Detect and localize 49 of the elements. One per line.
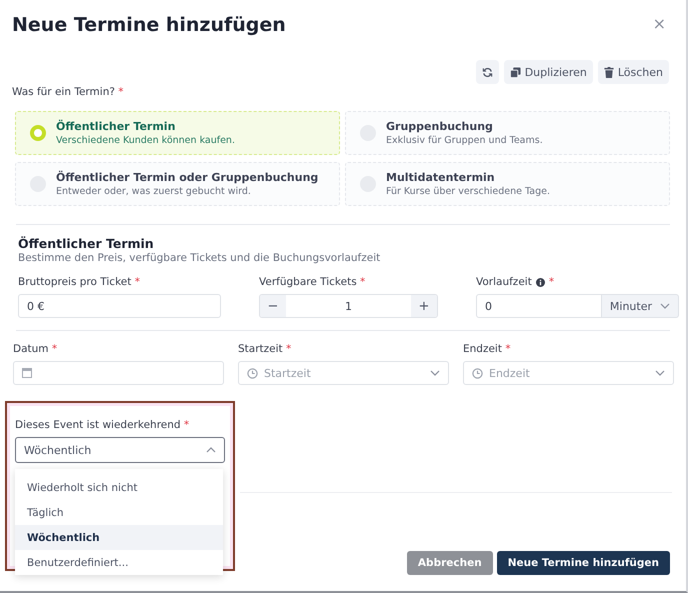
trash-button[interactable]: Löschen [598, 60, 669, 84]
required-mark: * [548, 276, 554, 288]
field-label: Was für ein Termin? * [12, 86, 124, 98]
field-label: Startzeit * [238, 343, 292, 355]
section-title: Öffentlicher Termin [18, 236, 155, 251]
option-description: Verschiedene Kunden können kaufen. [56, 135, 235, 146]
menu-item[interactable]: Täglich [15, 500, 223, 525]
recurrence-select[interactable]: Wöchentlich [15, 437, 225, 463]
info-icon [536, 278, 545, 286]
menu-item[interactable]: Wiederholt sich nicht [15, 475, 223, 500]
option-title: Multidatentermin [386, 171, 496, 184]
trash-icon [604, 66, 614, 78]
clock-icon [472, 368, 483, 378]
option-title: Öffentlicher Termin oder Gruppenbuchung [56, 171, 318, 184]
field-label: Datum * [13, 343, 58, 355]
calendar-icon [22, 368, 32, 378]
refresh-icon [482, 66, 493, 78]
radio-button[interactable] [30, 125, 46, 141]
chevron-icon [655, 370, 665, 376]
clock-icon [247, 368, 258, 378]
lead-time-field[interactable]: 0 [476, 294, 602, 318]
option-card[interactable]: Gruppenbuchung Exklusiv für Gruppen und Teams. [345, 111, 670, 155]
copy-button[interactable]: Duplizieren [504, 60, 593, 84]
option-title: Gruppenbuchung [386, 120, 494, 133]
refresh-button[interactable] [476, 60, 499, 84]
field-label: Dieses Event ist wiederkehrend * [15, 419, 190, 431]
field-label: Bruttopreis pro Ticket * [18, 276, 140, 288]
section-subtitle: Bestimme den Preis, verfügbare Tickets und die Buchungsvorlaufzeit [18, 252, 382, 264]
chevron-icon [206, 447, 216, 453]
field-label: Verfügbare Tickets * [259, 276, 366, 288]
option-description: Entweder oder, was zuerst gebucht wird. [56, 186, 252, 197]
option-title: Öffentlicher Termin [56, 120, 176, 133]
menu-item[interactable]: Benutzerdefiniert... [15, 550, 223, 575]
dialog-title: Neue Termine hinzufügen [12, 14, 286, 36]
option-description: Exklusiv für Gruppen und Teams. [386, 135, 543, 146]
option-card[interactable]: Öffentlicher Termin Verschiedene Kunden können kaufen. [15, 111, 340, 155]
field-label: Endzeit * [463, 343, 511, 355]
menu-item[interactable]: Wöchentlich [15, 525, 223, 550]
copy-icon [510, 66, 521, 78]
option-description: Für Kurse über verschiedene Tage. [386, 186, 550, 197]
field-label: Vorlaufzeit [476, 276, 532, 288]
unit-select[interactable]: Minuter [602, 294, 679, 318]
date-field[interactable] [13, 361, 224, 385]
option-card[interactable]: Öffentlicher Termin oder Gruppenbuchung Entweder oder, was zuerst gebucht wird. [15, 162, 340, 206]
chevron-icon [660, 303, 670, 309]
submit-button[interactable]: Neue Termine hinzufügen [496, 551, 670, 575]
chevron-icon [430, 370, 440, 376]
price-field[interactable]: 0 € [18, 294, 221, 318]
option-card[interactable]: Multidatentermin Für Kurse über verschiedene Tage. [345, 162, 670, 206]
